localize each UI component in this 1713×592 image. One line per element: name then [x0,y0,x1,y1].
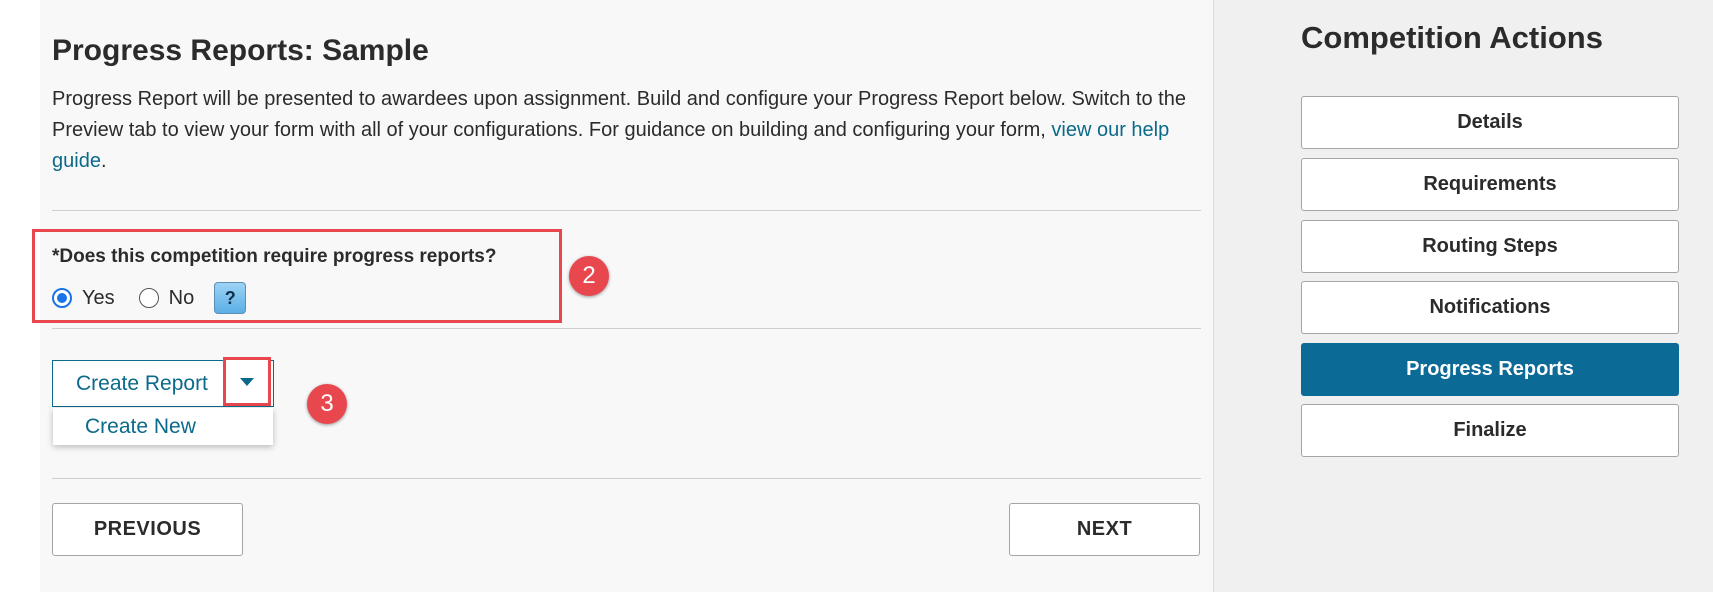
create-report-menu: Create New [53,408,273,445]
radio-yes[interactable] [52,288,72,308]
next-button[interactable]: NEXT [1009,503,1200,556]
radio-yes-label: Yes [82,286,115,309]
action-notifications[interactable]: Notifications [1301,281,1679,334]
question-label: *Does this competition require progress … [52,246,497,267]
main-content: Progress Reports: Sample Progress Report… [32,0,1213,592]
help-icon[interactable]: ? [214,282,247,314]
annotation-badge-2: 2 [569,256,609,296]
divider [52,478,1201,479]
intro-text: Progress Report will be presented to awa… [52,84,1202,177]
create-report-button[interactable]: Create Report [52,357,274,407]
page: Progress Reports: Sample Progress Report… [0,0,1713,592]
divider [52,328,1201,329]
dropdown-toggle[interactable] [223,357,271,406]
annotation-badge-3: 3 [307,384,347,424]
radio-group: Yes No ? [52,282,247,314]
action-details[interactable]: Details [1301,96,1679,149]
divider [52,210,1201,211]
previous-button[interactable]: PREVIOUS [52,503,243,556]
action-requirements[interactable]: Requirements [1301,158,1679,211]
sidebar-title: Competition Actions [1301,20,1603,55]
caret-down-icon [240,377,254,386]
page-title: Progress Reports: Sample [52,34,429,67]
menu-item-create-new[interactable]: Create New [85,415,196,439]
radio-no-label: No [168,286,195,309]
action-progress-reports[interactable]: Progress Reports [1301,343,1679,396]
radio-no[interactable] [138,288,159,308]
action-finalize[interactable]: Finalize [1301,404,1679,457]
intro-end: . [100,150,107,172]
competition-actions-sidebar: Competition Actions Details Requirements… [1213,0,1713,592]
action-routing-steps[interactable]: Routing Steps [1301,220,1679,273]
create-report-label: Create Report [76,371,208,395]
intro-body: Progress Report will be presented to awa… [52,88,1186,141]
